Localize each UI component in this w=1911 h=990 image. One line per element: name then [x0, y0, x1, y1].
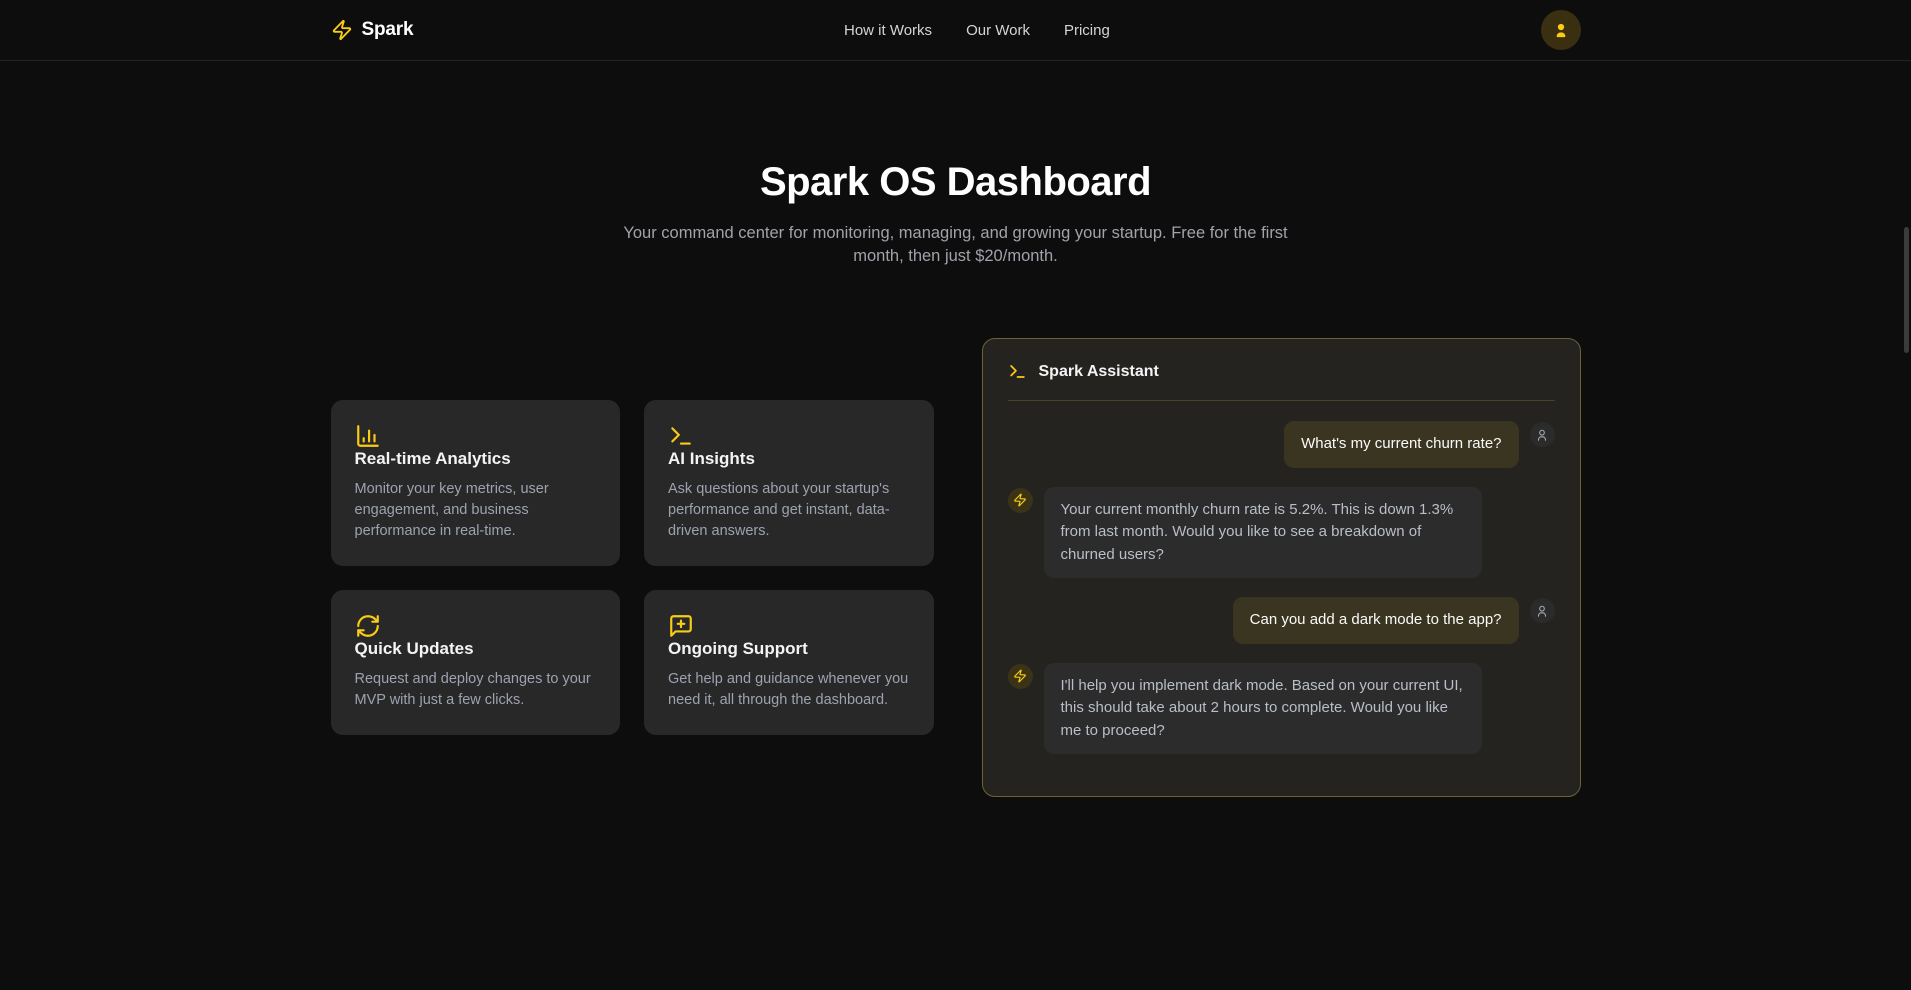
user-icon	[1535, 428, 1549, 442]
assistant-avatar-chip	[1008, 488, 1033, 513]
feature-title: Real-time Analytics	[355, 449, 597, 469]
user-message-bubble: What's my current churn rate?	[1284, 421, 1518, 468]
feature-card-quick-updates: Quick Updates Request and deploy changes…	[331, 590, 621, 735]
feature-description: Ask questions about your startup's perfo…	[668, 479, 910, 542]
features-grid: Real-time Analytics Monitor your key met…	[331, 400, 934, 735]
zap-icon	[1013, 493, 1027, 507]
feature-description: Get help and guidance whenever you need …	[668, 669, 910, 711]
refresh-icon	[355, 613, 597, 639]
assistant-avatar-chip	[1008, 664, 1033, 689]
main-content: Spark OS Dashboard Your command center f…	[331, 61, 1581, 797]
chat-message-assistant: Your current monthly churn rate is 5.2%.…	[1008, 487, 1555, 579]
chat-message-user: What's my current churn rate?	[1008, 421, 1555, 468]
page-subtitle: Your command center for monitoring, mana…	[611, 222, 1301, 268]
nav-links: How it Works Our Work Pricing	[844, 22, 1110, 39]
chat-messages: What's my current churn rate? Your curre…	[983, 401, 1580, 796]
nav-link-how-it-works[interactable]: How it Works	[844, 22, 932, 39]
zap-icon	[1013, 669, 1027, 683]
feature-title: Quick Updates	[355, 639, 597, 659]
feature-card-ongoing-support: Ongoing Support Get help and guidance wh…	[644, 590, 934, 735]
user-avatar-chip	[1530, 422, 1555, 447]
zap-icon	[331, 19, 353, 41]
terminal-icon	[1008, 362, 1027, 381]
brand-logo[interactable]: Spark	[331, 19, 414, 41]
terminal-icon	[668, 423, 910, 449]
nav-container: Spark How it Works Our Work Pricing	[331, 10, 1581, 50]
feature-card-real-time-analytics: Real-time Analytics Monitor your key met…	[331, 400, 621, 566]
spark-assistant-panel: Spark Assistant What's my current churn …	[982, 338, 1581, 797]
user-icon	[1535, 604, 1549, 618]
feature-description: Monitor your key metrics, user engagemen…	[355, 479, 597, 542]
assistant-panel-title: Spark Assistant	[1039, 363, 1159, 381]
account-avatar-button[interactable]	[1541, 10, 1581, 50]
assistant-message-bubble: I'll help you implement dark mode. Based…	[1044, 663, 1482, 755]
user-message-bubble: Can you add a dark mode to the app?	[1233, 597, 1519, 644]
nav-link-pricing[interactable]: Pricing	[1064, 22, 1110, 39]
feature-title: Ongoing Support	[668, 639, 910, 659]
feature-title: AI Insights	[668, 449, 910, 469]
message-square-plus-icon	[668, 613, 910, 639]
user-icon	[1552, 21, 1570, 39]
brand-name: Spark	[362, 19, 414, 41]
chat-message-assistant: I'll help you implement dark mode. Based…	[1008, 663, 1555, 755]
bar-chart-icon	[355, 423, 597, 449]
content-row: Real-time Analytics Monitor your key met…	[331, 338, 1581, 797]
feature-description: Request and deploy changes to your MVP w…	[355, 669, 597, 711]
feature-card-ai-insights: AI Insights Ask questions about your sta…	[644, 400, 934, 566]
page-title: Spark OS Dashboard	[331, 160, 1581, 205]
user-avatar-chip	[1530, 598, 1555, 623]
nav-link-our-work[interactable]: Our Work	[966, 22, 1030, 39]
assistant-message-bubble: Your current monthly churn rate is 5.2%.…	[1044, 487, 1482, 579]
page-scrollbar-thumb[interactable]	[1904, 227, 1909, 353]
assistant-panel-header: Spark Assistant	[983, 339, 1580, 400]
top-nav: Spark How it Works Our Work Pricing	[0, 0, 1911, 61]
page-scrollbar-track	[1902, 0, 1911, 990]
chat-message-user: Can you add a dark mode to the app?	[1008, 597, 1555, 644]
hero-section: Spark OS Dashboard Your command center f…	[331, 61, 1581, 268]
